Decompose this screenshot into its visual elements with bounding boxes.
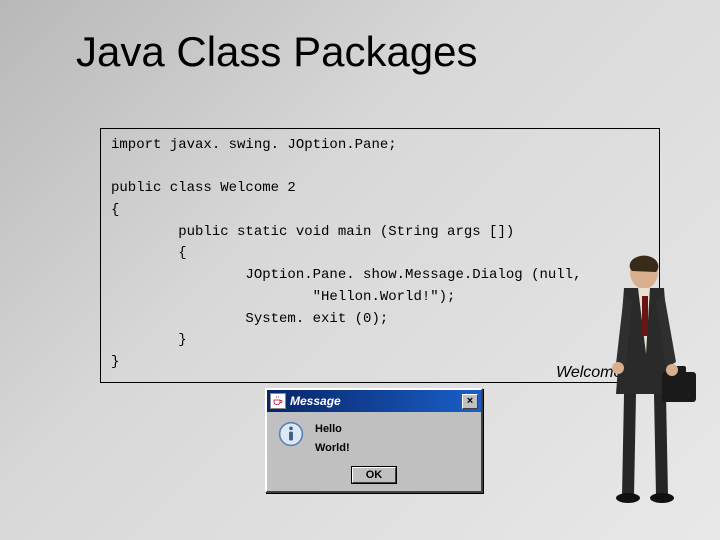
dialog-titlebar: Message × bbox=[267, 390, 481, 412]
dialog-button-row: OK bbox=[267, 461, 481, 491]
dialog-title-text: Message bbox=[290, 394, 458, 408]
businessman-image bbox=[576, 244, 696, 504]
ok-button[interactable]: OK bbox=[352, 467, 396, 483]
slide-title: Java Class Packages bbox=[76, 28, 478, 76]
info-icon bbox=[277, 420, 305, 448]
dialog-line-2: World! bbox=[315, 439, 350, 458]
dialog-message: Hello World! bbox=[315, 420, 350, 457]
dialog-body: Hello World! bbox=[267, 412, 481, 461]
dialog-line-1: Hello bbox=[315, 420, 350, 439]
java-icon bbox=[270, 393, 286, 409]
joptionpane-dialog: Message × Hello World! OK bbox=[265, 388, 483, 493]
close-button[interactable]: × bbox=[462, 394, 478, 409]
